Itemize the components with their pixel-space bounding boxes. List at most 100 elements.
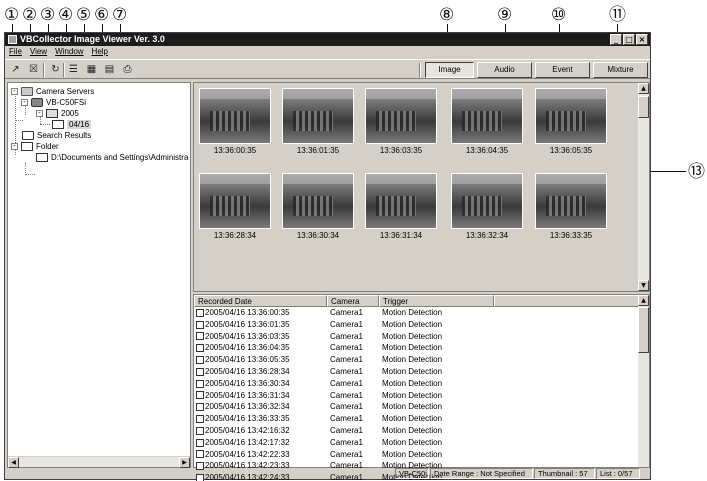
column-header-recorded-date[interactable]: Recorded Date (194, 295, 327, 307)
minimize-button[interactable]: _ (610, 34, 622, 45)
table-row[interactable]: 2005/04/16 13:36:00:35 Camera1 Motion Dete… (194, 307, 494, 319)
image-file-icon (196, 379, 204, 388)
table-row[interactable]: 2005/04/16 13:36:04:35 Camera1 Motion Dete… (194, 342, 494, 354)
mode-image-button[interactable]: Image (425, 62, 474, 78)
cell-recorded-date: 2005/04/16 13:36:05:35 (194, 354, 327, 366)
scroll-thumb[interactable] (638, 307, 649, 353)
thumbnail[interactable]: 13:36:01:35 (282, 88, 358, 155)
thumbnail-time: 13:36:32:34 (465, 231, 509, 240)
cell-camera: Camera1 (330, 402, 363, 412)
close-button[interactable]: × (636, 34, 648, 45)
tree-horizontal-scrollbar[interactable]: ◀ ▶ (8, 456, 190, 468)
table-row[interactable]: 2005/04/16 13:36:28:34 Camera1 Motion Dete… (194, 366, 494, 378)
folder-icon (21, 142, 33, 151)
cell-recorded-date: 2005/04/16 13:36:01:35 (194, 319, 327, 331)
tree-view-icon[interactable]: ☰ (67, 63, 80, 76)
thumbnail-image (365, 88, 437, 144)
cell-recorded-date: 2005/04/16 13:36:32:34 (194, 401, 327, 413)
tree-item-camera-servers[interactable]: - Camera Servers (11, 86, 94, 97)
maximize-button[interactable]: □ (623, 34, 635, 45)
thumbnail[interactable]: 13:36:31:34 (365, 173, 441, 240)
thumbnail[interactable]: 13:36:05:35 (535, 88, 611, 155)
table-row[interactable]: 2005/04/16 13:36:33:35 Camera1 Motion Dete… (194, 413, 494, 425)
cell-recorded-date: 2005/04/16 13:42:16:32 (194, 425, 327, 437)
tree-item-search-results[interactable]: Search Results (22, 130, 91, 141)
image-file-icon (196, 308, 204, 317)
disconnect-icon[interactable]: ☒ (27, 63, 40, 76)
tree-item-label: 04/16 (67, 120, 92, 129)
tree-item-folder-path[interactable]: D:\Documents and Settings\Administra (36, 152, 188, 163)
collapse-icon[interactable]: - (11, 143, 18, 150)
thumbnail-image (451, 173, 523, 229)
image-file-icon (196, 450, 204, 459)
thumbnail[interactable]: 13:36:28:34 (199, 173, 275, 240)
table-row[interactable]: 2005/04/16 13:42:16:32 Camera1 Motion Dete… (194, 425, 494, 437)
mode-mixture-button[interactable]: Mixture (593, 62, 648, 78)
cell-text: 2005/04/16 13:36:04:35 (205, 343, 290, 353)
thumbnail[interactable]: 13:36:32:34 (451, 173, 527, 240)
thumbnail[interactable]: 13:36:33:35 (535, 173, 611, 240)
column-header-camera[interactable]: Camera (327, 295, 379, 307)
mode-event-button[interactable]: Event (535, 62, 590, 78)
thumbnail-time: 13:36:00:35 (213, 146, 257, 155)
thumbnail-vertical-scrollbar[interactable]: ▲ ▼ (638, 83, 649, 291)
title-bar[interactable]: VBCollector Image Viewer Ver. 3.0 _ □ × (5, 33, 650, 46)
tree-item-folder[interactable]: - Folder (11, 141, 59, 152)
server-group-icon (21, 87, 33, 96)
scroll-up-icon[interactable]: ▲ (638, 295, 649, 306)
scroll-left-icon[interactable]: ◀ (8, 457, 19, 468)
tree-line (40, 124, 50, 125)
thumbnail-time: 13:36:03:35 (379, 146, 423, 155)
mode-audio-button[interactable]: Audio (477, 62, 532, 78)
scroll-right-icon[interactable]: ▶ (179, 457, 190, 468)
cell-text: 2005/04/16 13:36:28:34 (205, 366, 290, 376)
thumbnail[interactable]: 13:36:00:35 (199, 88, 275, 155)
app-icon (8, 35, 17, 44)
cell-text: 2005/04/16 13:42:17:32 (205, 437, 290, 447)
scroll-down-icon[interactable]: ▼ (638, 280, 649, 291)
thumbnail[interactable]: 13:36:03:35 (365, 88, 441, 155)
status-list-count: List : 0/57 (596, 468, 640, 479)
scroll-up-icon[interactable]: ▲ (638, 83, 649, 94)
thumbnail-image (199, 88, 271, 144)
menu-file[interactable]: File (9, 46, 22, 58)
refresh-icon[interactable]: ↻ (49, 63, 62, 76)
table-row[interactable]: 2005/04/16 13:36:31:34 Camera1 Motion Dete… (194, 390, 494, 402)
table-row[interactable]: 2005/04/16 13:36:32:34 Camera1 Motion Dete… (194, 401, 494, 413)
search-results-icon (22, 131, 34, 140)
cell-camera: Camera1 (330, 414, 363, 424)
thumbnail[interactable]: 13:36:04:35 (451, 88, 527, 155)
column-header-trigger[interactable]: Trigger (379, 295, 494, 307)
table-row[interactable]: 2005/04/16 13:42:17:32 Camera1 Motion Dete… (194, 437, 494, 449)
tree-item-server[interactable]: - VB-C50FSi (21, 97, 86, 108)
thumbnail-image (535, 88, 607, 144)
cell-camera: Camera1 (330, 308, 363, 317)
scroll-thumb[interactable] (638, 96, 649, 118)
collapse-icon[interactable]: - (21, 99, 28, 106)
thumbnail-time: 13:36:01:35 (296, 146, 340, 155)
cell-trigger: Motion Detection (382, 414, 443, 424)
toolbar: ↗ ☒ ↻ ☰ ▦ ▤ ⎙ Image Audio Event Mixture (5, 59, 650, 79)
list-vertical-scrollbar[interactable]: ▲ (638, 295, 649, 467)
collapse-icon[interactable]: - (11, 88, 18, 95)
tree-item-year[interactable]: - 2005 (36, 108, 79, 119)
cell-recorded-date: 2005/04/16 13:42:22:33 (194, 449, 327, 461)
tree-item-date[interactable]: 04/16 (52, 119, 92, 130)
cell-camera: Camera1 (330, 425, 363, 435)
folder-icon (36, 153, 48, 162)
collapse-icon[interactable]: - (36, 110, 43, 117)
thumbnail-view-icon[interactable]: ▦ (85, 63, 98, 76)
cell-text: 2005/04/16 13:36:05:35 (205, 355, 290, 365)
menu-view[interactable]: View (30, 46, 47, 58)
thumbnail[interactable]: 13:36:30:34 (282, 173, 358, 240)
connect-icon[interactable]: ↗ (9, 63, 22, 76)
table-row[interactable]: 2005/04/16 13:42:22:33 Camera1 Motion Dete… (194, 449, 494, 461)
menu-window[interactable]: Window (55, 46, 83, 58)
table-row[interactable]: 2005/04/16 13:36:03:35 Camera1 Motion Dete… (194, 331, 494, 343)
table-row[interactable]: 2005/04/16 13:36:05:35 Camera1 Motion Dete… (194, 354, 494, 366)
print-icon[interactable]: ⎙ (121, 63, 134, 76)
table-row[interactable]: 2005/04/16 13:36:01:35 Camera1 Motion Dete… (194, 319, 494, 331)
menu-help[interactable]: Help (92, 46, 108, 58)
table-row[interactable]: 2005/04/16 13:36:30:34 Camera1 Motion Dete… (194, 378, 494, 390)
list-view-icon[interactable]: ▤ (103, 63, 116, 76)
